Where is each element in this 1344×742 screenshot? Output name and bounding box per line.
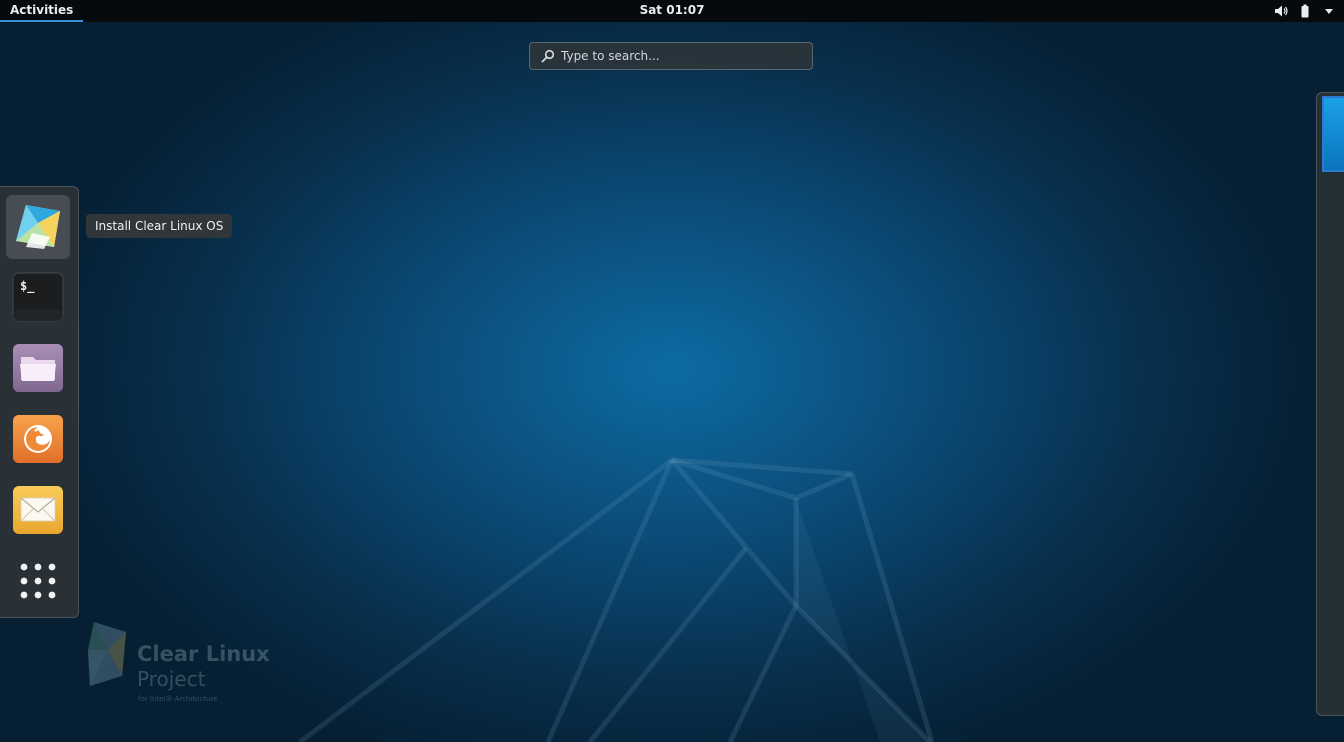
dash-item-firefox[interactable] bbox=[6, 407, 70, 471]
top-bar: Activities Sat 01:07 bbox=[0, 0, 1344, 22]
show-applications-button[interactable] bbox=[6, 549, 70, 613]
search-icon bbox=[541, 49, 555, 63]
clear-linux-installer-icon bbox=[16, 205, 60, 249]
svg-text:$_: $_ bbox=[20, 279, 35, 294]
system-status-area[interactable] bbox=[1274, 0, 1336, 22]
dash-item-mail[interactable] bbox=[6, 478, 70, 542]
clear-linux-watermark: Clear Linux Project for Intel® Architect… bbox=[86, 620, 276, 710]
dash-tooltip: Install Clear Linux OS bbox=[86, 214, 233, 238]
firefox-icon bbox=[13, 415, 63, 463]
activities-button[interactable]: Activities bbox=[0, 0, 84, 22]
search-box[interactable] bbox=[529, 42, 813, 70]
clock[interactable]: Sat 01:07 bbox=[640, 0, 705, 21]
folder-icon bbox=[13, 344, 63, 392]
battery-icon bbox=[1301, 4, 1309, 18]
terminal-icon: $_ bbox=[12, 272, 64, 322]
workspace-switcher bbox=[1316, 92, 1344, 716]
app-grid-icon bbox=[20, 563, 56, 599]
clear-linux-logo-icon bbox=[88, 622, 126, 686]
dropdown-arrow-icon bbox=[1325, 9, 1333, 14]
dash-item-install-clear-linux[interactable] bbox=[6, 195, 70, 259]
mail-icon bbox=[13, 486, 63, 534]
watermark-tagline: for Intel® Architecture bbox=[138, 695, 218, 703]
dash-item-files[interactable] bbox=[6, 336, 70, 400]
search-input[interactable] bbox=[561, 49, 801, 63]
dash-item-terminal[interactable]: $_ bbox=[6, 265, 70, 329]
workspace-thumbnail[interactable] bbox=[1322, 96, 1344, 172]
watermark-title: Clear Linux bbox=[137, 642, 270, 666]
watermark-subtitle: Project bbox=[137, 667, 206, 691]
volume-icon bbox=[1275, 5, 1288, 17]
dash: $_ bbox=[0, 186, 79, 618]
